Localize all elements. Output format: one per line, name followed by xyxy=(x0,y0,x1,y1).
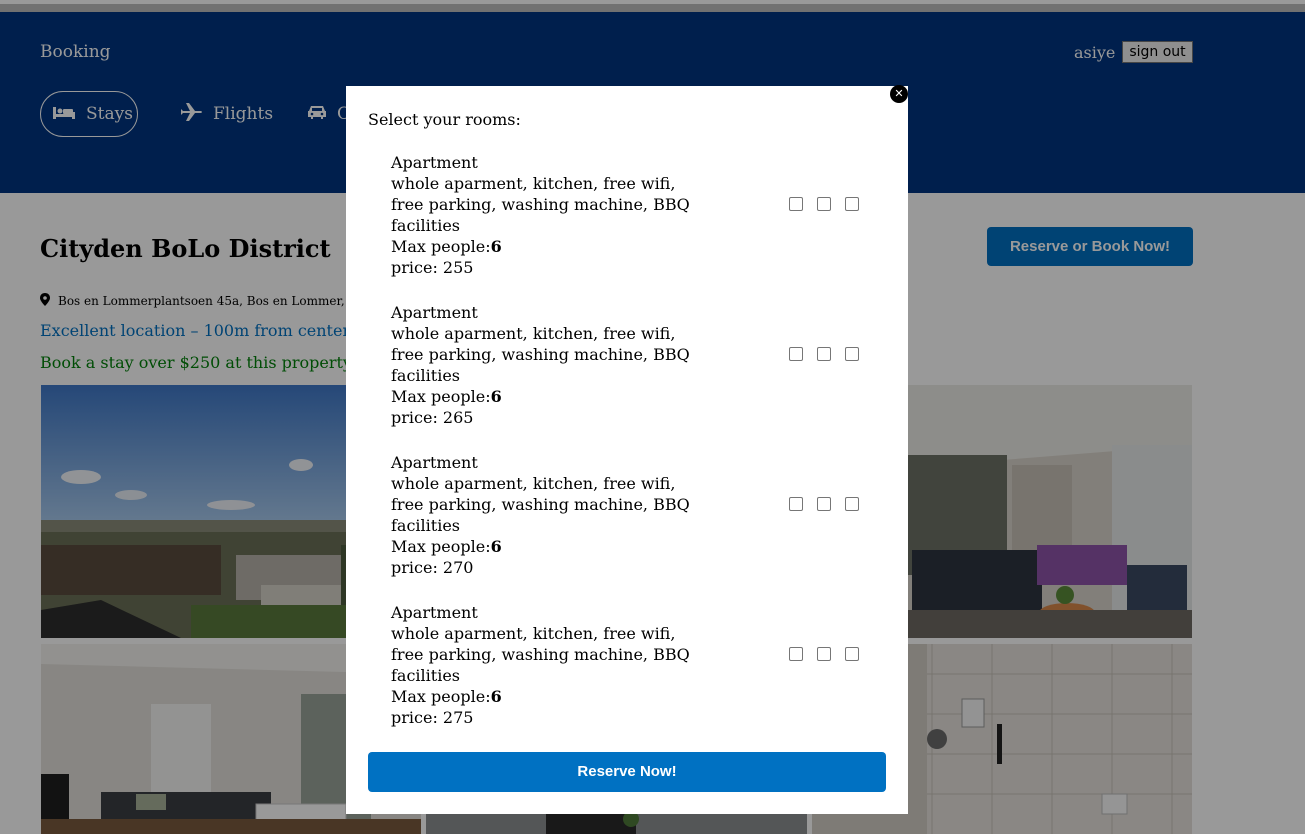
room-title: Apartment xyxy=(391,153,478,172)
close-icon[interactable]: ✕ xyxy=(890,85,908,103)
price-value: 265 xyxy=(442,408,474,427)
room-checkbox[interactable] xyxy=(789,197,803,211)
room-title: Apartment xyxy=(391,303,478,322)
max-people-value: 6 xyxy=(490,237,502,256)
price-label: price: xyxy=(391,258,443,277)
room-checkboxes xyxy=(789,347,859,361)
max-people-value: 6 xyxy=(490,387,502,406)
room-description: whole aparment, kitchen, free wifi, free… xyxy=(391,624,690,685)
price-value: 275 xyxy=(442,708,474,727)
room-max-people: Max people:6 xyxy=(391,686,711,707)
room-checkboxes xyxy=(789,497,859,511)
room-price: price: 275 xyxy=(391,707,711,728)
room-title: Apartment xyxy=(391,603,478,622)
price-label: price: xyxy=(391,408,443,427)
room-checkbox[interactable] xyxy=(817,197,831,211)
room-checkboxes xyxy=(789,197,859,211)
max-people-label: Max people: xyxy=(391,387,491,406)
price-label: price: xyxy=(391,558,443,577)
room-max-people: Max people:6 xyxy=(391,386,711,407)
room-title: Apartment xyxy=(391,453,478,472)
room-checkbox[interactable] xyxy=(845,497,859,511)
room-checkboxes xyxy=(789,647,859,661)
price-value: 270 xyxy=(442,558,474,577)
room-checkbox[interactable] xyxy=(789,497,803,511)
max-people-label: Max people: xyxy=(391,687,491,706)
room-description: whole aparment, kitchen, free wifi, free… xyxy=(391,474,690,535)
room-option: Apartment whole aparment, kitchen, free … xyxy=(391,152,711,278)
room-checkbox[interactable] xyxy=(817,497,831,511)
room-selection-modal: Select your rooms: Apartment whole aparm… xyxy=(346,86,908,814)
max-people-value: 6 xyxy=(490,687,502,706)
max-people-label: Max people: xyxy=(391,237,491,256)
room-price: price: 255 xyxy=(391,257,711,278)
reserve-now-button[interactable]: Reserve Now! xyxy=(368,752,886,792)
room-checkbox[interactable] xyxy=(845,197,859,211)
room-checkbox[interactable] xyxy=(845,347,859,361)
price-label: price: xyxy=(391,708,443,727)
max-people-value: 6 xyxy=(490,537,502,556)
room-max-people: Max people:6 xyxy=(391,236,711,257)
room-checkbox[interactable] xyxy=(789,347,803,361)
room-price: price: 270 xyxy=(391,557,711,578)
room-checkbox[interactable] xyxy=(845,647,859,661)
room-description: whole aparment, kitchen, free wifi, free… xyxy=(391,174,690,235)
room-description: whole aparment, kitchen, free wifi, free… xyxy=(391,324,690,385)
room-checkbox[interactable] xyxy=(817,647,831,661)
room-option: Apartment whole aparment, kitchen, free … xyxy=(391,452,711,578)
room-checkbox[interactable] xyxy=(789,647,803,661)
price-value: 255 xyxy=(442,258,474,277)
max-people-label: Max people: xyxy=(391,537,491,556)
room-max-people: Max people:6 xyxy=(391,536,711,557)
room-option: Apartment whole aparment, kitchen, free … xyxy=(391,302,711,428)
room-checkbox[interactable] xyxy=(817,347,831,361)
room-price: price: 265 xyxy=(391,407,711,428)
modal-heading: Select your rooms: xyxy=(368,110,521,129)
room-option: Apartment whole aparment, kitchen, free … xyxy=(391,602,711,728)
